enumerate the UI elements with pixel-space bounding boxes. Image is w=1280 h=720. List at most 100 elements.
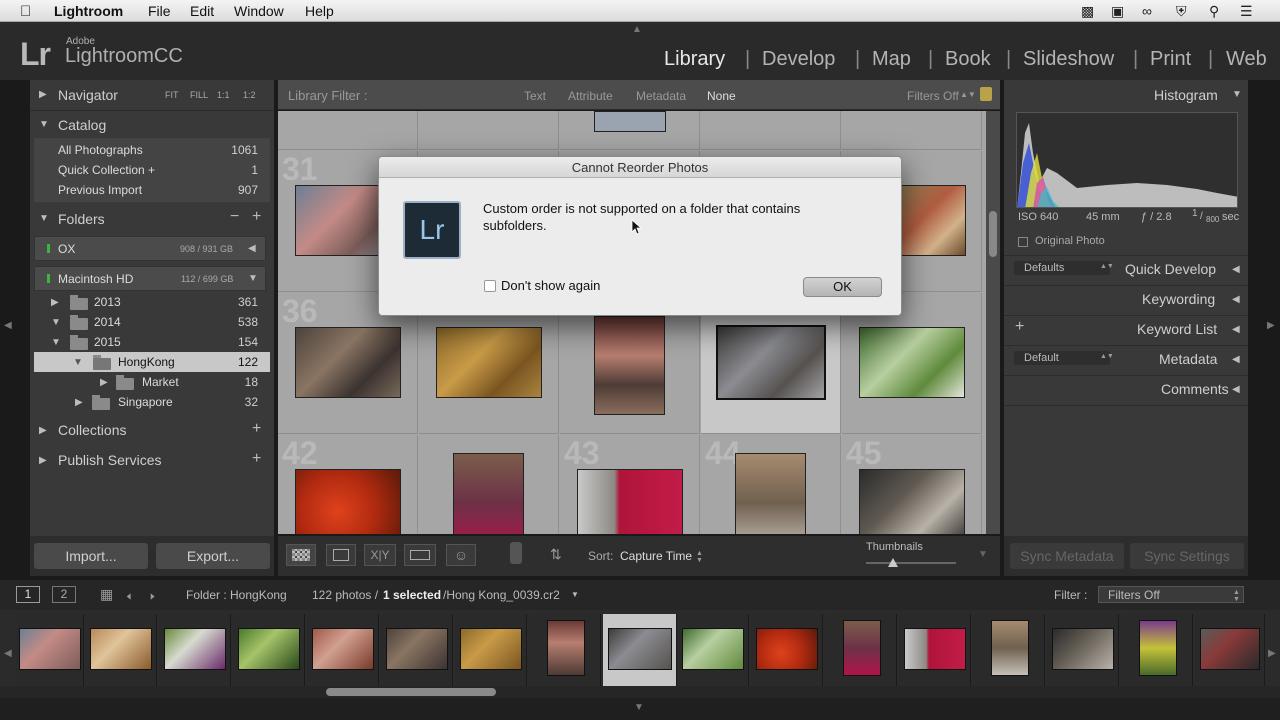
compare-view-icon[interactable]: X|Y xyxy=(364,544,396,566)
keywording-header[interactable]: Keywording xyxy=(1142,291,1215,307)
sync-settings-button[interactable]: Sync Settings xyxy=(1130,543,1244,569)
metadata-toggle-icon[interactable]: ◀ xyxy=(1232,354,1240,365)
import-button[interactable]: Import... xyxy=(34,543,148,569)
keyword-list-toggle-icon[interactable]: ◀ xyxy=(1232,324,1240,335)
photo-thumbnail[interactable] xyxy=(436,327,542,398)
folder-hongkong[interactable]: HongKong xyxy=(118,355,175,369)
filmstrip-scroll-thumb[interactable] xyxy=(326,688,496,696)
filmstrip-thumb[interactable] xyxy=(973,614,1045,686)
lock-icon[interactable] xyxy=(980,87,992,101)
menu-window[interactable]: Window xyxy=(234,3,284,19)
list-icon[interactable]: ☰ xyxy=(1240,3,1253,20)
toolbar-menu-icon[interactable]: ▼ xyxy=(978,549,988,560)
filmstrip-thumb-selected[interactable] xyxy=(603,614,677,686)
filmstrip-thumb[interactable] xyxy=(233,614,305,686)
photo-thumbnail[interactable] xyxy=(594,111,666,132)
photo-thumbnail[interactable] xyxy=(859,469,965,534)
module-print[interactable]: Print xyxy=(1150,48,1191,71)
publish-toggle-icon[interactable]: ▶ xyxy=(39,455,47,466)
grid-scrollbar[interactable] xyxy=(986,111,1000,534)
module-library[interactable]: Library xyxy=(664,48,725,71)
filmstrip-thumb[interactable] xyxy=(16,614,84,686)
collapse-right-icon[interactable]: ▶ xyxy=(1267,320,1275,331)
zoom-fill[interactable]: FILL xyxy=(190,90,208,100)
shield-icon[interactable]: ⛨ xyxy=(1176,3,1187,20)
folders-remove-icon[interactable]: − xyxy=(230,208,239,226)
sync-metadata-button[interactable]: Sync Metadata xyxy=(1010,543,1124,569)
menu-app[interactable]: Lightroom xyxy=(54,3,123,19)
filmstrip-folder[interactable]: Folder : HongKong xyxy=(186,588,287,602)
filmstrip-thumb[interactable] xyxy=(85,614,157,686)
navigator-toggle-icon[interactable]: ▶ xyxy=(39,89,47,100)
zoom-fit[interactable]: FIT xyxy=(165,90,179,100)
preset-dropdown-icon[interactable]: ▲▼ xyxy=(960,90,976,99)
folder-market-toggle-icon[interactable]: ▶ xyxy=(100,377,108,388)
thumbnail-size-slider[interactable] xyxy=(866,562,956,564)
filmstrip-thumb[interactable] xyxy=(677,614,749,686)
collections-toggle-icon[interactable]: ▶ xyxy=(39,425,47,436)
filmstrip-thumb[interactable] xyxy=(1121,614,1193,686)
folders-header[interactable]: Folders xyxy=(58,211,105,227)
dont-show-label[interactable]: Don't show again xyxy=(501,278,600,293)
filter-preset[interactable]: Filters Off xyxy=(907,89,959,103)
filmstrip-scrollbar[interactable] xyxy=(0,686,1280,698)
module-develop[interactable]: Develop xyxy=(762,48,835,71)
collapse-top-icon[interactable]: ▲ xyxy=(632,24,642,35)
photo-thumbnail[interactable] xyxy=(594,316,665,415)
module-web[interactable]: Web xyxy=(1226,48,1267,71)
filmstrip-thumb[interactable] xyxy=(751,614,823,686)
slider-handle[interactable] xyxy=(888,558,898,567)
filmstrip-right-icon[interactable]: ▶ xyxy=(1268,648,1276,659)
catalog-all-photographs[interactable]: All Photographs xyxy=(58,143,143,157)
folder-singapore-toggle-icon[interactable]: ▶ xyxy=(75,397,83,408)
zoom-1-2[interactable]: 1:2 xyxy=(243,90,256,100)
file-dropdown-icon[interactable]: ▼ xyxy=(571,590,579,599)
folder-2014-toggle-icon[interactable]: ▼ xyxy=(51,317,61,328)
folder-singapore[interactable]: Singapore xyxy=(118,395,173,409)
photo-thumbnail[interactable] xyxy=(453,453,524,534)
photo-thumbnail[interactable] xyxy=(577,469,683,534)
quick-develop-header[interactable]: Quick Develop xyxy=(1125,261,1216,277)
volume-hd-expand-icon[interactable]: ▼ xyxy=(248,273,258,284)
screen-2-button[interactable]: 2 xyxy=(52,586,76,603)
photo-thumbnail[interactable] xyxy=(859,327,965,398)
collections-header[interactable]: Collections xyxy=(58,422,126,438)
filmstrip-thumb[interactable] xyxy=(899,614,971,686)
menu-file[interactable]: File xyxy=(148,3,171,19)
module-map[interactable]: Map xyxy=(872,48,911,71)
folder-2015-toggle-icon[interactable]: ▼ xyxy=(51,337,61,348)
publish-services-header[interactable]: Publish Services xyxy=(58,452,162,468)
sort-value[interactable]: Capture Time xyxy=(620,549,692,563)
filmstrip-thumb[interactable] xyxy=(1047,614,1119,686)
menu-help[interactable]: Help xyxy=(305,3,334,19)
catalog-previous-import[interactable]: Previous Import xyxy=(58,183,142,197)
folder-market[interactable]: Market xyxy=(142,375,179,389)
camera-icon[interactable]: ▩ xyxy=(1081,3,1094,20)
original-photo-checkbox[interactable] xyxy=(1018,237,1028,247)
filmstrip-file[interactable]: /Hong Kong_0039.cr2 xyxy=(443,588,560,602)
grid-view-icon[interactable] xyxy=(286,544,316,566)
folder-2013-toggle-icon[interactable]: ▶ xyxy=(51,297,59,308)
comments-toggle-icon[interactable]: ◀ xyxy=(1232,384,1240,395)
filmstrip-thumb[interactable] xyxy=(529,614,601,686)
ok-button[interactable]: OK xyxy=(803,277,882,297)
filmstrip-thumb[interactable] xyxy=(1195,614,1265,686)
photo-thumbnail[interactable] xyxy=(295,327,401,398)
module-slideshow[interactable]: Slideshow xyxy=(1023,48,1114,71)
filmstrip-thumb[interactable] xyxy=(381,614,453,686)
filmstrip-thumb[interactable] xyxy=(455,614,527,686)
loupe-view-icon[interactable] xyxy=(326,544,356,566)
photo-thumbnail-selected[interactable] xyxy=(716,325,826,400)
search-icon[interactable]: ⚲ xyxy=(1209,3,1219,20)
histogram-header[interactable]: Histogram xyxy=(1154,87,1218,103)
back-arrow-icon[interactable]: 🢐 xyxy=(126,586,131,610)
filmstrip-thumb[interactable] xyxy=(825,614,897,686)
filter-text[interactable]: Text xyxy=(524,89,546,103)
comments-header[interactable]: Comments xyxy=(1161,381,1229,397)
filmstrip-thumb[interactable] xyxy=(307,614,379,686)
filter-attribute[interactable]: Attribute xyxy=(568,89,613,103)
collapse-bottom-icon[interactable]: ▼ xyxy=(634,702,644,713)
keyword-list-header[interactable]: Keyword List xyxy=(1137,321,1217,337)
metadata-header[interactable]: Metadata xyxy=(1159,351,1217,367)
photo-thumbnail[interactable] xyxy=(295,469,401,534)
